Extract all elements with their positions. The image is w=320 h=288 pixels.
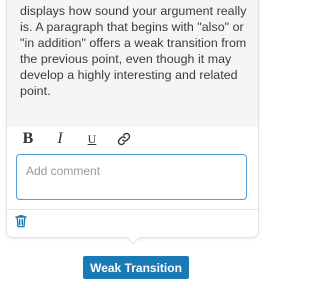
delete-button[interactable] [13,213,29,229]
feedback-body: displays how sound your argument really … [7,0,258,127]
bold-button[interactable]: B [18,129,38,149]
footer-divider [7,209,258,210]
format-toolbar: B I U [18,129,146,149]
weak-transition-tag[interactable]: Weak Transition [83,256,189,279]
link-icon [117,132,131,146]
feedback-card: displays how sound your argument really … [7,0,258,237]
link-button[interactable] [114,129,134,149]
underline-button[interactable]: U [82,129,102,149]
trash-icon [15,215,27,228]
feedback-explanation: displays how sound your argument really … [20,4,247,98]
comment-field[interactable] [16,154,247,200]
comment-input[interactable] [17,155,246,199]
italic-button[interactable]: I [50,129,70,149]
